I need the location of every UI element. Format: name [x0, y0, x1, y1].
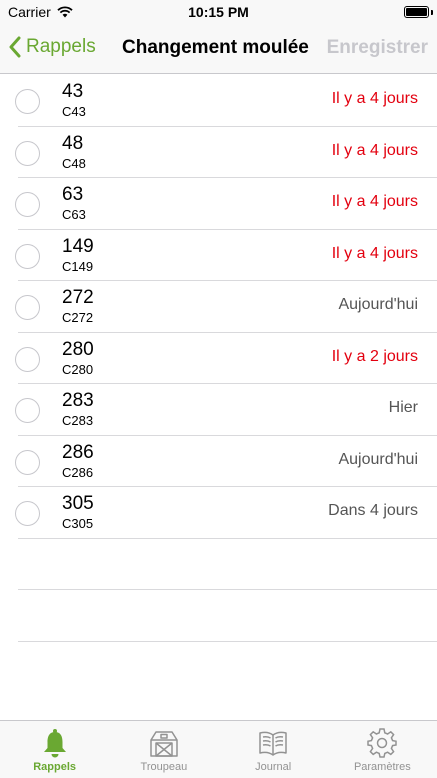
tab-bar: Rappels Troupeau Journal Paramètres	[0, 720, 437, 778]
select-radio[interactable]	[15, 89, 40, 114]
select-radio[interactable]	[15, 192, 40, 217]
item-status: Il y a 4 jours	[331, 193, 418, 210]
list-item[interactable]: 63 C63 Il y a 4 jours	[0, 178, 437, 230]
list-item[interactable]: 43 C43 Il y a 4 jours	[0, 75, 437, 127]
reminder-list: 43 C43 Il y a 4 jours 48 C48 Il y a 4 jo…	[0, 75, 437, 642]
chevron-left-icon	[9, 36, 21, 58]
item-number: 305	[62, 493, 94, 514]
book-icon	[259, 731, 287, 756]
status-bar: Carrier 10:15 PM	[0, 0, 437, 24]
battery-icon	[404, 6, 429, 18]
item-code: C305	[62, 516, 94, 531]
list-item[interactable]: 280 C280 Il y a 2 jours	[0, 333, 437, 385]
list-item[interactable]: 48 C48 Il y a 4 jours	[0, 127, 437, 179]
select-radio[interactable]	[15, 140, 40, 166]
back-label: Rappels	[26, 36, 96, 57]
empty-row	[0, 590, 437, 642]
item-status: Il y a 4 jours	[331, 141, 418, 159]
tab-rappels[interactable]: Rappels	[0, 721, 109, 778]
list-item[interactable]: 149 C149 Il y a 4 jours	[0, 230, 437, 282]
item-number: 286	[62, 441, 94, 463]
tab-label: Rappels	[33, 761, 77, 773]
select-radio[interactable]	[15, 243, 40, 269]
gear-icon	[367, 728, 398, 758]
item-number: 48	[62, 132, 84, 154]
item-number: 149	[62, 235, 94, 257]
item-code: C283	[62, 413, 94, 428]
item-status: Aujourd'hui	[338, 296, 418, 313]
list-item[interactable]: 305 C305 Dans 4 jours	[0, 487, 437, 539]
tab-label: Troupeau	[140, 761, 188, 773]
item-code: C63	[62, 207, 86, 222]
item-number: 280	[62, 338, 94, 360]
item-number: 43	[62, 81, 84, 102]
item-code: C48	[62, 155, 86, 171]
list-item[interactable]: 272 C272 Aujourd'hui	[0, 281, 437, 333]
tab-journal[interactable]: Journal	[219, 721, 328, 778]
select-radio[interactable]	[15, 346, 40, 372]
save-button[interactable]: Enregistrer	[327, 37, 428, 59]
item-status: Il y a 4 jours	[331, 244, 418, 262]
item-code: C272	[62, 310, 94, 325]
item-code: C149	[62, 258, 94, 274]
status-time: 10:15 PM	[188, 4, 249, 20]
tab-label: Journal	[255, 761, 292, 773]
tab-label: Paramètres	[353, 761, 411, 773]
tab-troupeau[interactable]: Troupeau	[109, 721, 218, 778]
select-radio[interactable]	[15, 449, 40, 475]
item-code: C286	[62, 464, 94, 480]
item-code: C43	[62, 104, 86, 119]
item-number: 272	[62, 287, 94, 308]
item-status: Hier	[388, 399, 418, 416]
list-item[interactable]: 286 C286 Aujourd'hui	[0, 436, 437, 488]
item-status: Aujourd'hui	[338, 450, 418, 468]
select-radio[interactable]	[15, 295, 40, 320]
barn-icon	[150, 731, 178, 757]
item-status: Il y a 2 jours	[331, 347, 418, 365]
battery-tip	[431, 10, 433, 15]
bell-icon	[43, 729, 66, 758]
select-radio[interactable]	[15, 398, 40, 423]
list-item[interactable]: 283 C283 Hier	[0, 384, 437, 436]
tab-parametres[interactable]: Paramètres	[328, 721, 437, 778]
page-title: Changement moulée	[122, 37, 309, 58]
item-code: C280	[62, 361, 94, 377]
empty-row	[0, 539, 437, 591]
select-radio[interactable]	[15, 501, 40, 526]
item-number: 283	[62, 390, 94, 411]
item-status: Dans 4 jours	[328, 502, 418, 519]
item-status: Il y a 4 jours	[331, 90, 418, 107]
navigation-bar: Rappels Changement moulée Enregistrer	[0, 24, 437, 74]
item-number: 63	[62, 184, 84, 205]
back-button[interactable]: Rappels	[8, 36, 96, 58]
